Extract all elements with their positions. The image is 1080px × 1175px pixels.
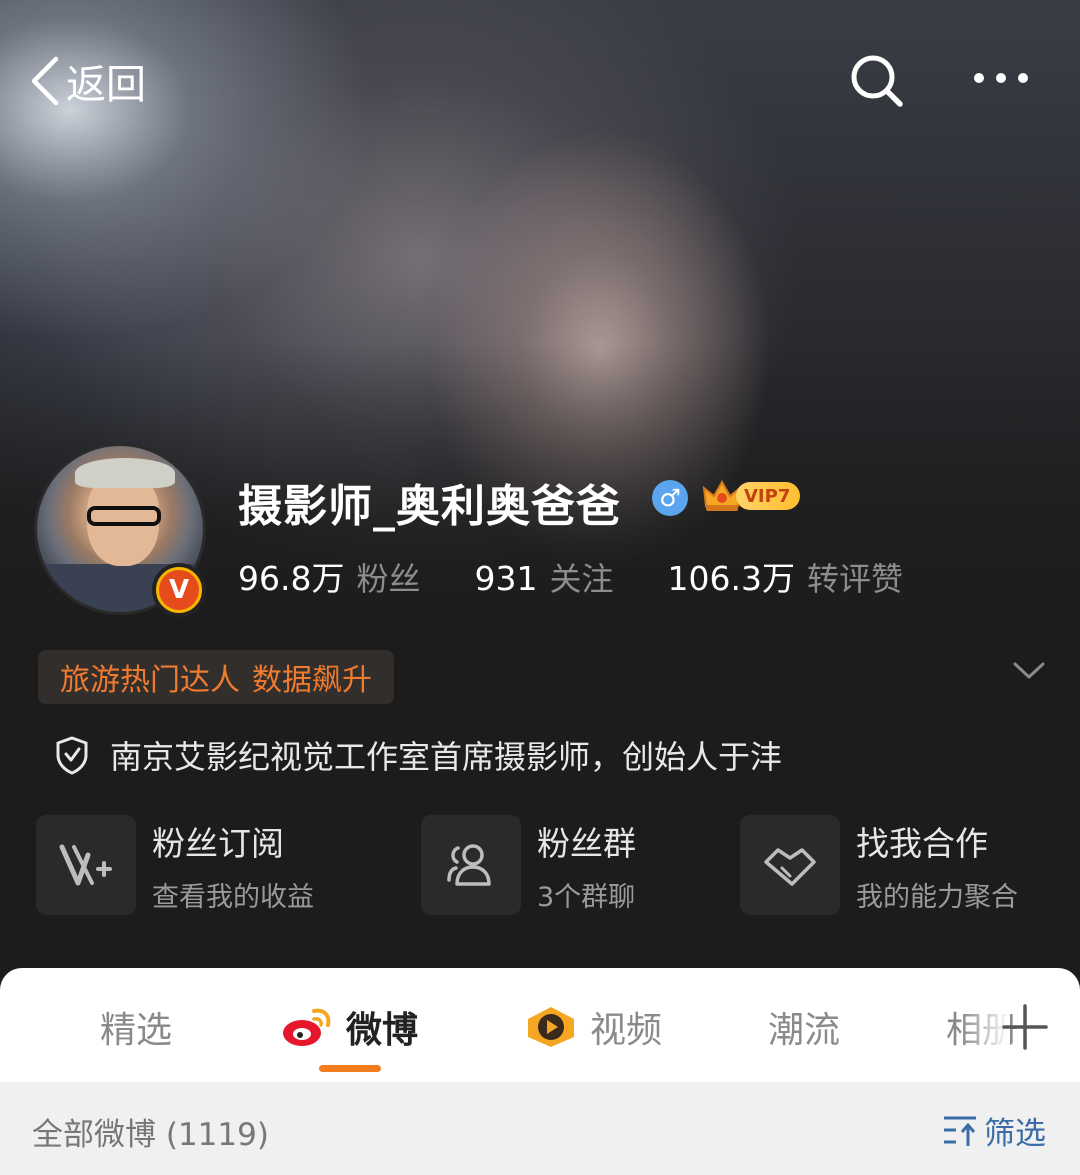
tab-bar: 精选 微博 视频 潮流 相册: [0, 968, 1080, 1082]
tab-label: 精选: [100, 1010, 173, 1051]
tag-travel-expert: 旅游热门达人: [60, 663, 240, 698]
filter-button[interactable]: 筛选: [942, 1108, 1046, 1153]
fan-subscription-card[interactable]: 粉丝订阅 查看我的收益: [36, 815, 314, 915]
tab-trend[interactable]: 潮流: [768, 1002, 840, 1052]
video-play-icon: [528, 1007, 574, 1047]
username: 摄影师_奥利奥爸爸: [238, 481, 621, 532]
stat-label: 转评赞: [807, 560, 904, 598]
tab-video[interactable]: 视频: [524, 1002, 662, 1052]
stat-followers[interactable]: 96.8万 粉丝: [238, 552, 421, 600]
plus-icon[interactable]: [1000, 1002, 1050, 1052]
vip-label: VIP7: [736, 482, 801, 510]
card-title: 粉丝群: [537, 823, 636, 863]
tag-data-rising: 数据飙升: [252, 663, 372, 698]
profile-stats: 96.8万 粉丝 931 关注 106.3万 转评赞: [238, 552, 957, 600]
active-tab-indicator: [319, 1065, 381, 1072]
card-title: 粉丝订阅: [152, 823, 284, 863]
avatar-hat: [75, 458, 175, 488]
back-label: 返回: [66, 62, 146, 108]
shield-check-icon: [56, 736, 88, 775]
group-icon: [421, 815, 521, 915]
verified-badge: V: [152, 563, 206, 617]
feed-filter-bar: 全部微博 (1119) 筛选: [0, 1082, 1080, 1175]
stat-label: 粉丝: [356, 560, 421, 598]
stat-label: 关注: [549, 560, 614, 598]
search-icon[interactable]: [848, 52, 906, 114]
chevron-down-icon[interactable]: [1012, 660, 1046, 686]
v-plus-icon: [36, 815, 136, 915]
stat-interactions[interactable]: 106.3万 转评赞: [668, 552, 904, 600]
stat-value: 931: [474, 559, 538, 598]
weibo-logo-icon: [283, 1008, 331, 1046]
achievement-tags[interactable]: 旅游热门达人 数据飙升: [38, 650, 394, 704]
male-gender-icon: ♂: [652, 480, 688, 516]
filter-sort-icon: [944, 1116, 976, 1146]
post-count: 全部微博 (1119): [32, 1117, 269, 1153]
more-icon[interactable]: [970, 68, 1032, 92]
service-cards: 粉丝订阅 查看我的收益 粉丝群 3个群聊 找我合作 我的能力聚合: [36, 815, 1046, 915]
stat-value: 96.8万: [238, 559, 345, 598]
card-subtitle: 3个群聊: [537, 881, 636, 913]
filter-label: 筛选: [984, 1116, 1046, 1152]
stat-following[interactable]: 931 关注: [475, 554, 614, 600]
bio: 南京艾影纪视觉工作室首席摄影师，创始人于沣: [54, 732, 782, 778]
card-subtitle: 我的能力聚合: [856, 881, 1018, 913]
chevron-left-icon: [31, 56, 59, 106]
fan-group-card[interactable]: 粉丝群 3个群聊: [421, 815, 636, 915]
back-button[interactable]: 返回: [28, 52, 146, 110]
cooperation-card[interactable]: 找我合作 我的能力聚合: [740, 815, 1018, 915]
tab-label: 视频: [590, 1010, 663, 1051]
tab-label: 微博: [346, 1010, 419, 1051]
top-nav: 返回: [0, 40, 1080, 120]
tab-label: 潮流: [768, 1010, 841, 1051]
bio-text: 南京艾影纪视觉工作室首席摄影师，创始人于沣: [110, 738, 783, 776]
card-title: 找我合作: [856, 823, 988, 863]
card-subtitle: 查看我的收益: [152, 881, 314, 913]
tab-featured[interactable]: 精选: [100, 1002, 172, 1052]
stat-value: 106.3万: [667, 559, 795, 598]
vip-badge[interactable]: VIP7: [702, 478, 801, 514]
verified-badge-letter: V: [159, 570, 199, 610]
tab-weibo[interactable]: 微博: [280, 1002, 418, 1052]
content-panel: 精选 微博 视频 潮流 相册 全部微博 (1119) 筛选: [0, 968, 1080, 1175]
avatar-glasses: [87, 506, 161, 526]
handshake-icon: [740, 815, 840, 915]
